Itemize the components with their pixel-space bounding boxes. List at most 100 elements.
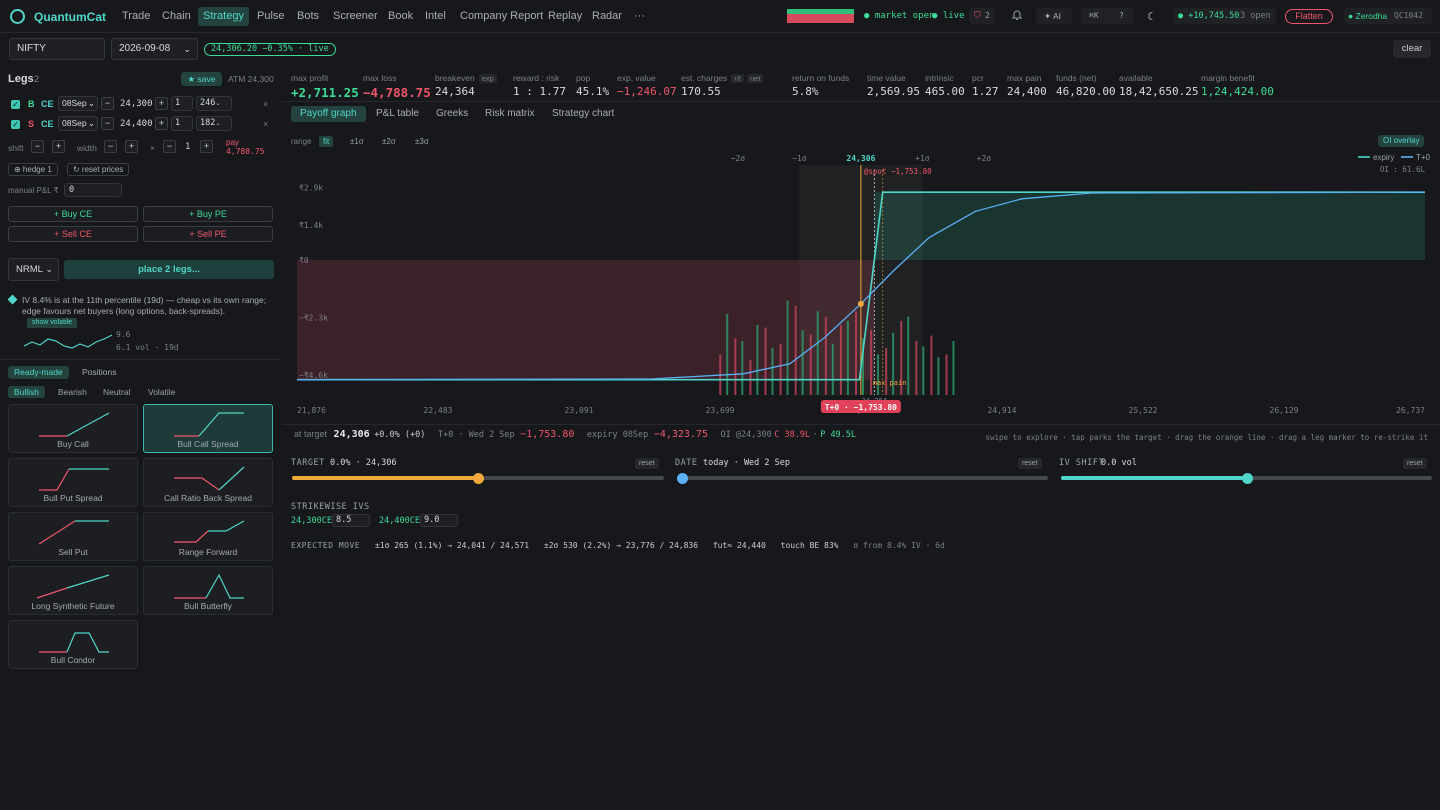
ai-button[interactable]: ✦ AI — [1036, 8, 1072, 24]
stat-tag[interactable]: exp — [478, 74, 497, 83]
leg-strike[interactable]: 24,300 — [120, 99, 153, 109]
pnl-pill[interactable]: ● +10,745.50 3 open — [1173, 8, 1276, 24]
reset-prices-button[interactable]: ↻ reset prices — [67, 163, 130, 176]
target-reset-button[interactable]: reset — [635, 458, 659, 469]
target-slider-thumb[interactable] — [473, 473, 484, 484]
buy-pe-button[interactable]: + Buy PE — [143, 206, 273, 222]
shield-notif-button[interactable]: ⛉ 2 — [969, 8, 995, 24]
nav-replay[interactable]: Replay — [543, 7, 587, 26]
stat-tag[interactable]: net — [746, 74, 764, 83]
leg-qty-input[interactable]: 1 — [171, 116, 193, 131]
remove-leg-icon[interactable]: × — [263, 99, 268, 109]
strategy-card-bull-butterfly[interactable]: Bull Butterfly — [143, 566, 273, 615]
nav-screener[interactable]: Screener — [328, 7, 383, 26]
nav-company-report[interactable]: Company Report — [455, 7, 548, 26]
tab-payoff-graph[interactable]: Payoff graph — [291, 106, 366, 122]
width-minus-button[interactable]: − — [104, 140, 117, 153]
payoff-chart[interactable]: ₹2.9k ₹1.4k ₹0 −₹2.3k −₹4.6k 21,876 22,483 23,0… — [282, 150, 1440, 425]
nav-pulse[interactable]: Pulse — [252, 7, 290, 26]
shift-minus-button[interactable]: − — [31, 140, 44, 153]
leg-side[interactable]: B — [28, 99, 35, 109]
strategy-card-call-ratio-back-spread[interactable]: Call Ratio Back Spread — [143, 458, 273, 507]
leg-side[interactable]: S — [28, 119, 34, 129]
strategy-card-bull-condor[interactable]: Bull Condor — [8, 620, 138, 669]
show-volatile-button[interactable]: show volatile — [27, 318, 78, 328]
leg-price-input[interactable]: 182. — [196, 116, 232, 131]
moon-icon[interactable]: ☾ — [1147, 10, 1157, 23]
range-option[interactable]: fit — [319, 136, 334, 147]
date-slider-thumb[interactable] — [677, 473, 688, 484]
bell-icon[interactable] — [1011, 9, 1023, 21]
leg-price-input[interactable]: 246. — [196, 96, 232, 111]
stat-tag[interactable]: r/t — [731, 74, 744, 83]
expiry-select[interactable]: 2026-09-08 ⌄ — [111, 38, 198, 60]
leg-checkbox[interactable]: ✓ — [11, 100, 20, 109]
nav-trade[interactable]: Trade — [117, 7, 155, 26]
strike-1-iv-input[interactable]: 8.5 — [332, 514, 370, 527]
manual-pnl-input[interactable]: 0 — [64, 183, 122, 197]
broker-name: ● Zerodha — [1348, 11, 1388, 21]
leg-type[interactable]: CE — [41, 119, 54, 129]
nav-radar[interactable]: Radar — [587, 7, 627, 26]
strike-minus-button[interactable]: − — [101, 97, 114, 110]
hedge-button[interactable]: ⊕ hedge 1 — [8, 163, 58, 176]
shift-plus-button[interactable]: + — [52, 140, 65, 153]
sell-pe-button[interactable]: + Sell PE — [143, 226, 273, 242]
strike-plus-button[interactable]: + — [155, 117, 168, 130]
oi-overlay-toggle[interactable]: OI overlay — [1378, 135, 1425, 147]
product-select[interactable]: NRML ⌄ — [8, 258, 59, 281]
buy-ce-button[interactable]: + Buy CE — [8, 206, 138, 222]
leg-expiry-select[interactable]: 08Sep ⌄ — [58, 96, 98, 111]
lots-minus-button[interactable]: − — [163, 140, 176, 153]
leg-expiry-select[interactable]: 08Sep ⌄ — [58, 116, 98, 131]
iv-reset-button[interactable]: reset — [1403, 458, 1427, 469]
date-slider[interactable] — [677, 476, 1048, 480]
symbol-input[interactable]: NIFTY — [9, 38, 105, 60]
tab-ready-made[interactable]: Ready-made — [8, 366, 69, 379]
help-icon[interactable]: ? — [1119, 11, 1124, 20]
clear-button[interactable]: clear — [1393, 40, 1431, 58]
nav-bots[interactable]: Bots — [292, 7, 324, 26]
nav-[interactable]: ··· — [629, 7, 650, 26]
lots-plus-button[interactable]: + — [200, 140, 213, 153]
strategy-card-sell-put[interactable]: Sell Put — [8, 512, 138, 561]
range-option[interactable]: ±1σ — [346, 136, 368, 147]
range-option[interactable]: ±2σ — [378, 136, 400, 147]
tab-risk-matrix[interactable]: Risk matrix — [476, 106, 543, 122]
leg-qty-input[interactable]: 1 — [171, 96, 193, 111]
broker-pill[interactable]: ● Zerodha QC1042 — [1344, 8, 1432, 24]
strategy-card-buy-call[interactable]: Buy Call — [8, 404, 138, 453]
leg-checkbox[interactable]: ✓ — [11, 120, 20, 129]
strategy-card-long-synthetic-future[interactable]: Long Synthetic Future — [8, 566, 138, 615]
command-palette-button[interactable]: ⌘K ? — [1081, 8, 1134, 24]
flatten-button[interactable]: Flatten — [1285, 9, 1333, 24]
nav-chain[interactable]: Chain — [157, 7, 196, 26]
filter-bullish[interactable]: Bullish — [8, 386, 46, 398]
strike-plus-button[interactable]: + — [155, 97, 168, 110]
strategy-card-bull-call-spread[interactable]: Bull Call Spread — [143, 404, 273, 453]
nav-strategy[interactable]: Strategy — [198, 7, 249, 26]
tab-strategy-chart[interactable]: Strategy chart — [543, 106, 623, 122]
strike-minus-button[interactable]: − — [101, 117, 114, 130]
filter-bearish[interactable]: Bearish — [52, 386, 93, 398]
strategy-card-range-forward[interactable]: Range Forward — [143, 512, 273, 561]
nav-book[interactable]: Book — [383, 7, 418, 26]
remove-leg-icon[interactable]: × — [263, 119, 268, 129]
filter-neutral[interactable]: Neutral — [97, 386, 136, 398]
sell-ce-button[interactable]: + Sell CE — [8, 226, 138, 242]
leg-strike[interactable]: 24,400 — [120, 119, 153, 129]
date-reset-button[interactable]: reset — [1018, 458, 1042, 469]
tab-positions[interactable]: Positions — [82, 366, 117, 379]
place-orders-button[interactable]: place 2 legs... — [64, 260, 274, 279]
save-button[interactable]: ★ save — [181, 72, 222, 86]
tab-p-l-table[interactable]: P&L table — [367, 106, 428, 122]
tab-greeks[interactable]: Greeks — [427, 106, 477, 122]
width-plus-button[interactable]: + — [125, 140, 138, 153]
leg-type[interactable]: CE — [41, 99, 54, 109]
filter-volatile[interactable]: Volatile — [142, 386, 181, 398]
iv-shift-slider-thumb[interactable] — [1241, 473, 1253, 484]
range-option[interactable]: ±3σ — [411, 136, 433, 147]
nav-intel[interactable]: Intel — [420, 7, 451, 26]
strike-2-iv-input[interactable]: 9.0 — [420, 514, 458, 527]
strategy-card-bull-put-spread[interactable]: Bull Put Spread — [8, 458, 138, 507]
